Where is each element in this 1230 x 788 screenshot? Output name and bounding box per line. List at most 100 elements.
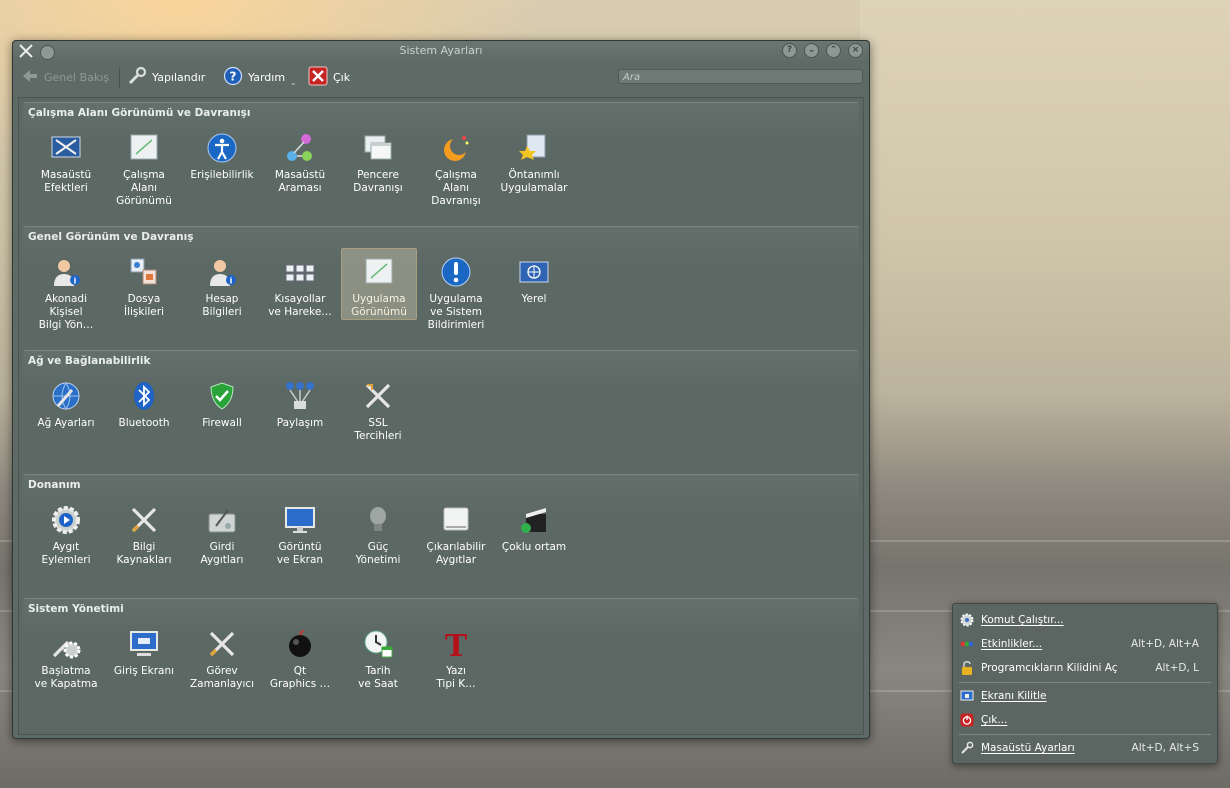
module-font-installer[interactable]: T Yazı Tipi K… <box>419 621 493 691</box>
module-bluetooth[interactable]: Bluetooth <box>107 373 181 430</box>
module-shortcuts[interactable]: Kısayollar ve Hareke… <box>263 249 337 319</box>
system-settings-window: Sistem Ayarları ? ⌄ ⌃ × Genel Bakış Yapı… <box>12 40 870 739</box>
module-device-actions[interactable]: Aygıt Eylemleri <box>29 497 103 567</box>
module-ssl[interactable]: SSL Tercihleri <box>341 373 415 443</box>
workspace-behavior-icon <box>439 131 473 165</box>
module-desktop-effects[interactable]: Masaüstü Efektleri <box>29 125 103 195</box>
module-notifications[interactable]: Uygulama ve Sistem Bildirimleri <box>419 249 493 332</box>
menu-item-logout[interactable]: Çık... <box>959 710 1211 730</box>
login-screen-icon <box>127 627 161 661</box>
module-info-sources[interactable]: Bilgi Kaynakları <box>107 497 181 567</box>
module-qt-graphics[interactable]: Qt Graphics … <box>263 621 337 691</box>
module-label: Öntanımlı Uygulamalar <box>500 169 568 194</box>
bluetooth-icon <box>127 379 161 413</box>
module-workspace-appearance[interactable]: Çalışma Alanı Görünümü <box>107 125 181 208</box>
menu-separator <box>959 682 1211 683</box>
module-startup-shutdown[interactable]: Başlatma ve Kapatma <box>29 621 103 691</box>
module-label: Pencere Davranışı <box>353 169 403 194</box>
section-title: Ağ ve Bağlanabilirlik <box>28 355 151 367</box>
module-multimedia[interactable]: Çoklu ortam <box>497 497 571 554</box>
overview-button[interactable]: Genel Bakış <box>21 67 109 87</box>
menu-item-lock-screen[interactable]: Ekranı Kilitle <box>959 686 1211 706</box>
firewall-icon <box>205 379 239 413</box>
account-details-icon: i <box>205 255 239 289</box>
task-scheduler-icon <box>205 627 239 661</box>
module-power-management[interactable]: Güç Yönetimi <box>341 497 415 567</box>
module-workspace-behavior[interactable]: Çalışma Alanı Davranışı <box>419 125 493 208</box>
info-sources-icon <box>127 503 161 537</box>
ssl-icon <box>361 379 395 413</box>
module-label: Kısayollar ve Hareke… <box>268 293 332 318</box>
window-title: Sistem Ayarları <box>399 44 483 57</box>
section-workspace-appearance: Çalışma Alanı Görünümü ve Davranışı Masa… <box>23 102 859 223</box>
module-removable-devices[interactable]: Çıkarılabilir Aygıtlar <box>419 497 493 567</box>
window-behavior-icon <box>361 131 395 165</box>
svg-text:T: T <box>445 629 468 660</box>
activities-icon <box>959 636 975 652</box>
chevron-down-icon: ⌄ <box>290 77 297 87</box>
module-file-associations[interactable]: Dosya İlişkileri <box>107 249 181 319</box>
menu-item-activities[interactable]: Etkinlikler... Alt+D, Alt+A <box>959 634 1211 654</box>
configure-button[interactable]: Yapılandır <box>127 66 205 87</box>
quit-button[interactable]: Çık <box>308 66 350 87</box>
module-akonadi[interactable]: i Akonadi Kişisel Bilgi Yön… <box>29 249 103 332</box>
module-login-screen[interactable]: Giriş Ekranı <box>107 621 181 678</box>
module-network-settings[interactable]: Ağ Ayarları <box>29 373 103 430</box>
search-input[interactable]: Ara <box>618 69 863 84</box>
close-icon[interactable]: × <box>848 43 863 58</box>
section-network: Ağ ve Bağlanabilirlik Ağ Ayarları Blueto… <box>23 350 859 471</box>
module-date-time[interactable]: Tarih ve Saat <box>341 621 415 691</box>
module-label: Yazı Tipi K… <box>436 665 476 690</box>
module-label: Çalışma Alanı Davranışı <box>431 169 481 207</box>
menu-separator <box>959 734 1211 735</box>
sharing-icon <box>283 379 317 413</box>
module-firewall[interactable]: Firewall <box>185 373 259 430</box>
module-locale[interactable]: Yerel <box>497 249 571 306</box>
help-circle-icon: ? <box>223 66 243 89</box>
title-bar[interactable]: Sistem Ayarları ? ⌄ ⌃ × <box>13 41 869 61</box>
module-label: Yerel <box>521 293 547 305</box>
menu-item-shortcut: Alt+D, L <box>1155 662 1199 674</box>
module-application-appearance[interactable]: Uygulama Görünümü <box>341 248 417 320</box>
module-display[interactable]: Görüntü ve Ekran <box>263 497 337 567</box>
module-account-details[interactable]: i Hesap Bilgileri <box>185 249 259 319</box>
removable-devices-icon <box>439 503 473 537</box>
module-label: Bluetooth <box>118 417 170 429</box>
section-title: Genel Görünüm ve Davranış <box>28 231 194 243</box>
help-menu-button[interactable]: ? Yardım ⌄ <box>223 66 297 89</box>
module-label: Ağ Ayarları <box>37 417 95 429</box>
module-sharing[interactable]: Paylaşım <box>263 373 337 430</box>
back-arrow-icon <box>21 68 39 87</box>
akonadi-icon: i <box>49 255 83 289</box>
device-actions-icon <box>49 503 83 537</box>
maximize-icon[interactable]: ⌃ <box>826 43 841 58</box>
module-label: Akonadi Kişisel Bilgi Yön… <box>38 293 94 331</box>
menu-item-run-command[interactable]: Komut Çalıştır... <box>959 610 1211 630</box>
module-label: Çalışma Alanı Görünümü <box>116 169 172 207</box>
module-label: Hesap Bilgileri <box>202 293 242 318</box>
module-label: Uygulama Görünümü <box>351 293 407 318</box>
menu-item-unlock-widgets[interactable]: Programcıkların Kilidini Aç Alt+D, L <box>959 658 1211 678</box>
section-system-administration: Sistem Yönetimi Başlatma ve Kapatma Giri… <box>23 598 859 719</box>
menu-item-label: Etkinlikler... <box>981 638 1043 650</box>
application-appearance-icon <box>362 255 396 289</box>
module-task-scheduler[interactable]: Görev Zamanlayıcı <box>185 621 259 691</box>
module-label: Görev Zamanlayıcı <box>189 665 255 690</box>
desktop-search-icon <box>283 131 317 165</box>
module-default-apps[interactable]: Öntanımlı Uygulamalar <box>497 125 571 195</box>
help-icon[interactable]: ? <box>782 43 797 58</box>
minimize-icon[interactable]: ⌄ <box>804 43 819 58</box>
display-icon <box>283 503 317 537</box>
module-input-devices[interactable]: Girdi Aygıtları <box>185 497 259 567</box>
module-desktop-search[interactable]: Masaüstü Araması <box>263 125 337 195</box>
module-accessibility[interactable]: Erişilebilirlik <box>185 125 259 182</box>
menu-item-desktop-settings[interactable]: Masaüstü Ayarları Alt+D, Alt+S <box>959 738 1211 758</box>
module-label: Bilgi Kaynakları <box>116 541 172 566</box>
module-label: Güç Yönetimi <box>355 541 401 566</box>
menu-item-shortcut: Alt+D, Alt+S <box>1131 742 1199 754</box>
module-window-behavior[interactable]: Pencere Davranışı <box>341 125 415 195</box>
default-apps-icon <box>517 131 551 165</box>
power-management-icon <box>361 503 395 537</box>
module-label: Aygıt Eylemleri <box>41 541 91 566</box>
module-label: Tarih ve Saat <box>358 665 398 690</box>
